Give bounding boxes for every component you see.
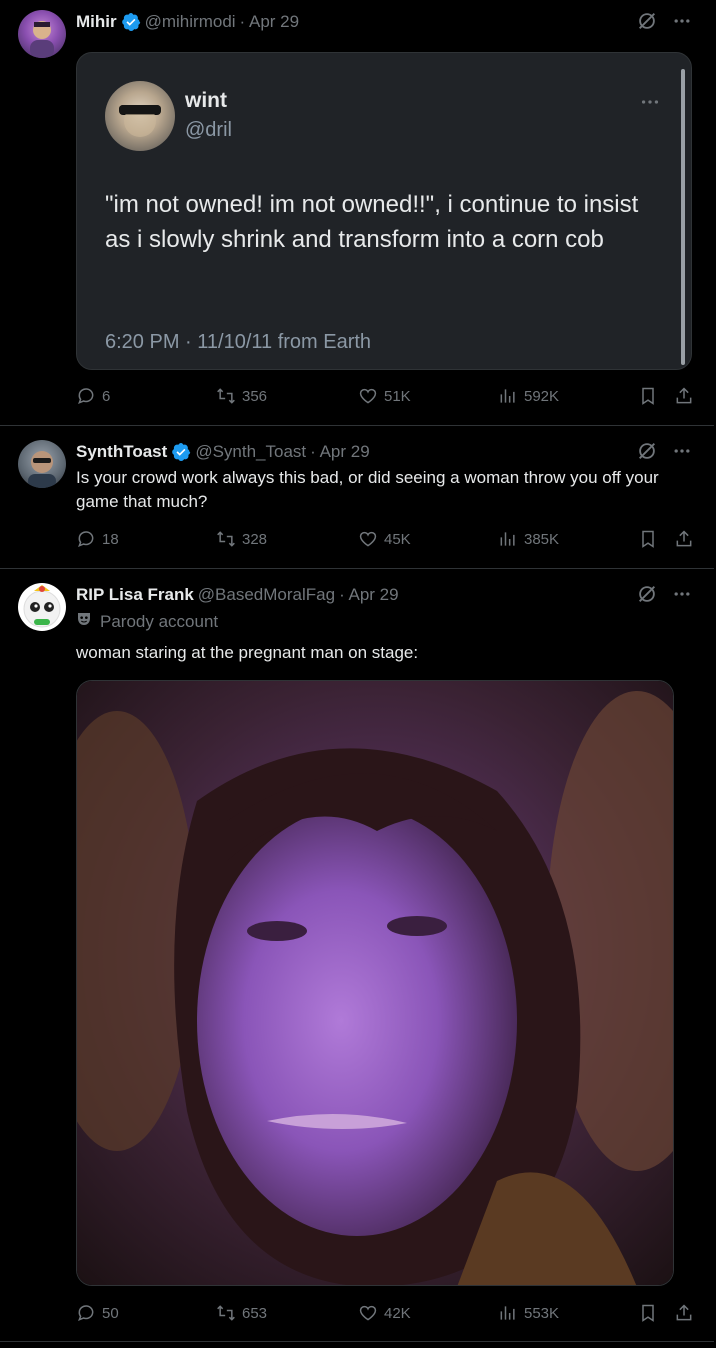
bookmark-icon [642, 1304, 654, 1322]
like-icon [359, 388, 377, 404]
quoted-tweet-text: "im not owned! im not owned!!", i contin… [105, 191, 639, 253]
quoted-author-name[interactable]: wint [185, 89, 227, 113]
author-name[interactable]: RIP Lisa Frank [76, 585, 194, 605]
verified-badge-icon [171, 442, 191, 462]
tweet-top-actions [636, 583, 692, 610]
parody-label-text: Parody account [100, 611, 219, 631]
reply-button[interactable]: 6 [76, 386, 110, 406]
like-count: 42K [384, 1304, 411, 1322]
retweet-count: 328 [242, 530, 268, 548]
more-icon[interactable] [672, 11, 692, 36]
tweet-date[interactable]: · Apr 29 [310, 442, 370, 462]
more-icon[interactable] [672, 441, 692, 466]
tweet-image[interactable] [76, 680, 674, 1286]
retweet-icon [217, 388, 235, 404]
quoted-author-handle[interactable]: @dril [185, 119, 232, 142]
like-button[interactable]: 45K [358, 529, 411, 549]
reply-icon [78, 388, 94, 404]
tweet-actions: 6 356 51K 592K [76, 386, 696, 410]
bookmark-button[interactable] [638, 386, 658, 406]
author-name[interactable]: SynthToast [76, 442, 167, 462]
verified-badge-icon [121, 12, 141, 32]
retweet-count: 356 [242, 387, 268, 405]
tweet[interactable]: RIP Lisa Frank @BasedMoralFag · Apr 29 P… [0, 569, 714, 1342]
views-button[interactable]: 553K [498, 1303, 559, 1323]
views-button[interactable]: 385K [498, 529, 559, 549]
quoted-tweet-card[interactable]: wint @dril "im not owned! im not owned!!… [76, 52, 692, 370]
like-count: 51K [384, 387, 411, 405]
retweet-count: 653 [242, 1304, 268, 1322]
quoted-avatar[interactable] [105, 81, 175, 151]
retweet-button[interactable]: 356 [216, 386, 267, 406]
views-count: 553K [524, 1304, 560, 1322]
views-icon [500, 389, 515, 403]
quoted-tweet-meta: 6:20 PM · 11/10/11 from Earth [105, 331, 372, 353]
retweet-button[interactable]: 653 [216, 1303, 267, 1323]
reply-count: 50 [102, 1304, 119, 1322]
share-button[interactable] [674, 529, 694, 549]
tweet-date[interactable]: · Apr 29 [339, 585, 399, 605]
tweet-header: Mihir @mihirmodi · Apr 29 [76, 10, 299, 34]
views-icon [500, 532, 515, 546]
reply-icon [78, 1305, 94, 1321]
grok-icon[interactable] [636, 440, 658, 467]
reply-button[interactable]: 18 [76, 529, 119, 549]
bookmark-button[interactable] [638, 1303, 658, 1323]
share-icon [676, 530, 692, 547]
avatar[interactable] [18, 10, 66, 58]
like-button[interactable]: 42K [358, 1303, 411, 1323]
tweet-top-actions [636, 10, 692, 37]
author-handle[interactable]: @mihirmodi [145, 12, 236, 32]
reply-count: 18 [102, 530, 119, 548]
avatar[interactable] [18, 440, 66, 488]
views-count: 385K [524, 530, 560, 548]
tweet-header: SynthToast @Synth_Toast · Apr 29 [76, 440, 370, 464]
tweet-actions: 50 653 42K 553K [76, 1303, 696, 1327]
retweet-button[interactable]: 328 [216, 529, 267, 549]
author-name[interactable]: Mihir [76, 12, 117, 32]
like-button[interactable]: 51K [358, 386, 411, 406]
tweet-actions: 18 328 45K 385K [76, 529, 696, 553]
author-handle[interactable]: @BasedMoralFag [198, 585, 335, 605]
reply-button[interactable]: 50 [76, 1303, 119, 1323]
parody-mask-icon [76, 611, 92, 632]
tweet[interactable]: Mihir @mihirmodi · Apr 29 wint @dril "im… [0, 0, 714, 426]
like-count: 45K [384, 530, 411, 548]
share-icon [676, 387, 692, 404]
views-count: 592K [524, 387, 560, 405]
like-icon [359, 1305, 377, 1321]
tweet[interactable]: SynthToast @Synth_Toast · Apr 29 Is your… [0, 426, 714, 569]
grok-icon[interactable] [636, 583, 658, 610]
share-button[interactable] [674, 386, 694, 406]
reply-icon [78, 531, 94, 547]
parody-label: Parody account [76, 611, 218, 632]
share-icon [676, 1304, 692, 1321]
tweet-text: woman staring at the pregnant man on sta… [76, 643, 419, 662]
like-icon [359, 531, 377, 547]
tweet-header: RIP Lisa Frank @BasedMoralFag · Apr 29 [76, 583, 399, 607]
bookmark-icon [642, 387, 654, 405]
more-icon[interactable] [639, 91, 661, 118]
bookmark-button[interactable] [638, 529, 658, 549]
retweet-icon [217, 531, 235, 547]
more-icon[interactable] [672, 584, 692, 609]
avatar[interactable] [18, 583, 66, 631]
reply-count: 6 [102, 387, 111, 405]
scrollbar[interactable] [681, 69, 685, 365]
tweet-date[interactable]: · Apr 29 [240, 12, 300, 32]
grok-icon[interactable] [636, 10, 658, 37]
share-button[interactable] [674, 1303, 694, 1323]
author-handle[interactable]: @Synth_Toast [195, 442, 306, 462]
tweet-top-actions [636, 440, 692, 467]
tweet-text: Is your crowd work always this bad, or d… [76, 468, 659, 511]
views-button[interactable]: 592K [498, 386, 559, 406]
views-icon [500, 1306, 515, 1320]
bookmark-icon [642, 530, 654, 548]
retweet-icon [217, 1305, 235, 1321]
